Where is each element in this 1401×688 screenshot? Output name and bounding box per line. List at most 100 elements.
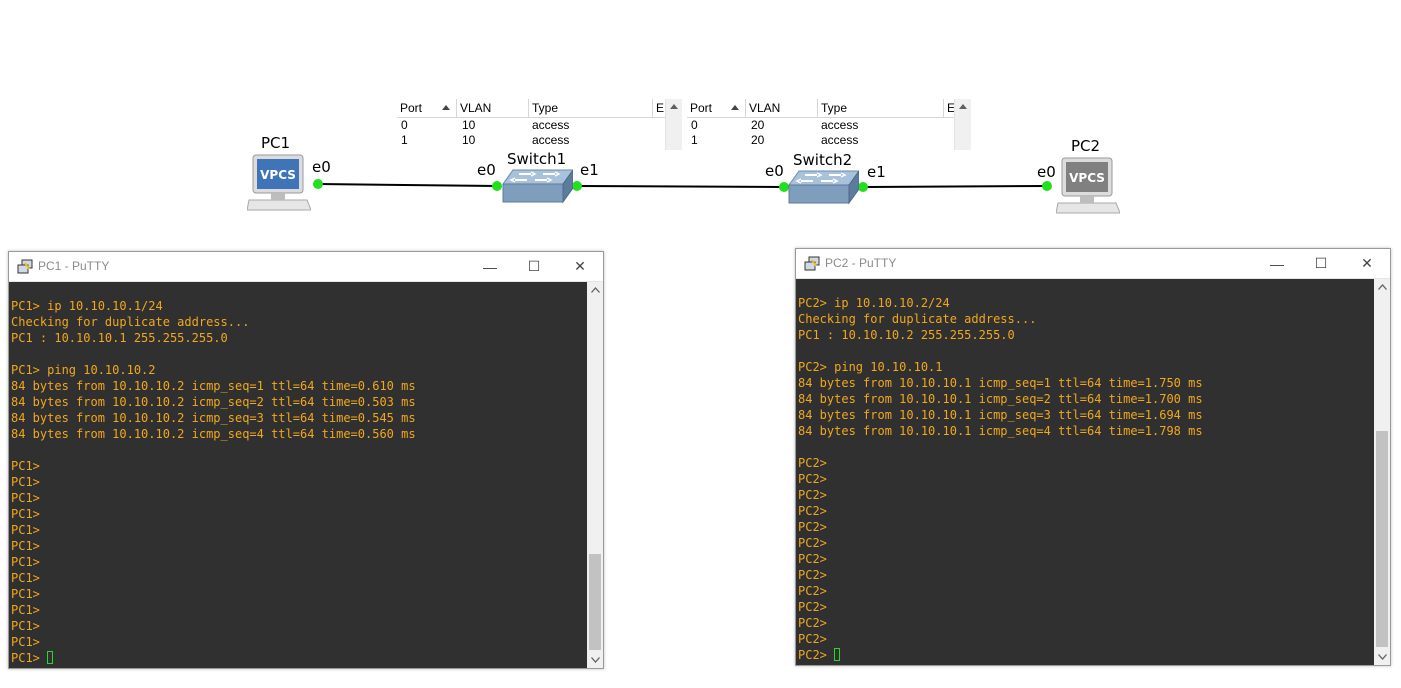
column-header-port[interactable]: Port <box>687 99 746 117</box>
window-title: PC1 - PuTTY <box>38 259 110 273</box>
close-button[interactable]: ✕ <box>1344 249 1390 278</box>
putty-window-pc1[interactable]: PC1 - PuTTY — ☐ ✕ PC1> ip 10.10.10.1/24 C… <box>8 251 604 669</box>
window-title: PC2 - PuTTY <box>825 256 897 270</box>
vlan-table-switch1: Port VLAN Type E 0 10 access 1 10 access <box>397 99 682 150</box>
terminal-line: PC2> <box>798 456 827 470</box>
putty-window-pc2[interactable]: PC2 - PuTTY — ☐ ✕ PC2> ip 10.10.10.2/24 C… <box>795 248 1391 666</box>
pc1-label[interactable]: PC1 <box>261 134 290 152</box>
terminal-line: 84 bytes from 10.10.10.2 icmp_seq=4 ttl=… <box>11 427 416 441</box>
terminal-line: 84 bytes from 10.10.10.2 icmp_seq=2 ttl=… <box>11 395 416 409</box>
column-header-vlan[interactable]: VLAN <box>746 99 818 117</box>
column-header-vlan[interactable]: VLAN <box>457 99 529 117</box>
terminal-line: PC2> <box>798 472 827 486</box>
scroll-up-icon[interactable] <box>587 282 603 298</box>
terminal-prompt: PC1> <box>11 651 48 665</box>
scrollbar-thumb[interactable] <box>589 554 601 650</box>
window-titlebar[interactable]: PC2 - PuTTY — ☐ ✕ <box>796 249 1390 279</box>
close-button[interactable]: ✕ <box>557 252 603 281</box>
port-status-dot <box>1042 181 1052 191</box>
vpcs-badge: VPCS <box>1069 171 1105 185</box>
pc2-label[interactable]: PC2 <box>1071 137 1100 155</box>
column-header-type[interactable]: Type <box>818 99 944 117</box>
terminal-prompt: PC2> <box>798 648 835 662</box>
column-header-type[interactable]: Type <box>529 99 653 117</box>
table-row[interactable]: 0 10 access <box>397 118 682 133</box>
table-cell: 0 <box>401 118 408 132</box>
port-status-dot <box>313 179 323 189</box>
table-cell: 10 <box>462 118 476 132</box>
ethernet-switch-icon[interactable] <box>787 167 860 207</box>
vpcs-icon[interactable]: VPCS <box>246 154 312 214</box>
terminal-line: PC1> <box>11 571 40 585</box>
terminal-line: PC2> <box>798 520 827 534</box>
maximize-button[interactable]: ☐ <box>1298 249 1344 278</box>
terminal-line: 84 bytes from 10.10.10.1 icmp_seq=3 ttl=… <box>798 408 1203 422</box>
scroll-up-arrow-icon[interactable] <box>959 104 967 109</box>
port-label-sw1-e0: e0 <box>477 161 496 179</box>
terminal-line: PC1> <box>11 635 40 649</box>
terminal-output[interactable]: PC1> ip 10.10.10.1/24 Checking for duplic… <box>9 282 587 668</box>
terminal-line: 84 bytes from 10.10.10.2 icmp_seq=1 ttl=… <box>11 379 416 393</box>
terminal-prompt-line[interactable]: PC2> <box>798 647 1374 663</box>
vertical-scrollbar[interactable] <box>1374 279 1390 665</box>
scrollbar-thumb[interactable] <box>1376 431 1388 647</box>
vpcs-badge: VPCS <box>260 168 296 182</box>
minimize-button[interactable]: — <box>467 252 513 281</box>
terminal-line: 84 bytes from 10.10.10.2 icmp_seq=3 ttl=… <box>11 411 416 425</box>
port-label-sw2-e0: e0 <box>765 162 784 180</box>
terminal-line: PC1> <box>11 523 40 537</box>
scroll-up-icon[interactable] <box>1374 279 1390 295</box>
terminal-line: PC2> <box>798 632 827 646</box>
table-cell: 10 <box>462 133 476 147</box>
table-cell: 20 <box>751 118 765 132</box>
terminal-line: PC2> <box>798 568 827 582</box>
ethernet-switch-icon[interactable] <box>501 166 574 206</box>
table-cell: 1 <box>691 133 698 147</box>
terminal-output[interactable]: PC2> ip 10.10.10.2/24 Checking for duplic… <box>796 279 1374 665</box>
table-cell: access <box>821 118 859 132</box>
table-scrollbar[interactable] <box>954 99 971 150</box>
terminal-line: 84 bytes from 10.10.10.1 icmp_seq=4 ttl=… <box>798 424 1203 438</box>
terminal-line: PC2> <box>798 488 827 502</box>
table-row[interactable]: 0 20 access <box>687 118 971 133</box>
port-label-pc1-e0: e0 <box>312 158 331 176</box>
link-switch2-pc2[interactable] <box>862 185 1048 188</box>
terminal-line: PC1> <box>11 603 40 617</box>
vpcs-icon[interactable]: VPCS <box>1055 157 1121 217</box>
column-header-port[interactable]: Port <box>397 99 457 117</box>
terminal-line: PC1 : 10.10.10.2 255.255.255.0 <box>798 328 1015 342</box>
scroll-up-arrow-icon[interactable] <box>670 104 678 109</box>
table-scrollbar[interactable] <box>665 99 682 150</box>
terminal-line: PC1 : 10.10.10.1 255.255.255.0 <box>11 331 228 345</box>
table-cell: access <box>821 133 859 147</box>
port-label-sw2-e1: e1 <box>867 163 886 181</box>
port-status-dot <box>858 182 868 192</box>
table-row[interactable]: 1 20 access <box>687 133 971 148</box>
window-titlebar[interactable]: PC1 - PuTTY — ☐ ✕ <box>9 252 603 282</box>
table-cell: 1 <box>401 133 408 147</box>
putty-icon <box>804 256 820 271</box>
terminal-prompt-line[interactable]: PC1> <box>11 650 587 666</box>
vlan-table-switch2: Port VLAN Type E 0 20 access 1 20 access <box>687 99 971 150</box>
table-cell: 0 <box>691 118 698 132</box>
scroll-down-icon[interactable] <box>1374 649 1390 665</box>
terminal-line: 84 bytes from 10.10.10.1 icmp_seq=2 ttl=… <box>798 392 1203 406</box>
sort-ascending-icon <box>731 105 739 110</box>
minimize-button[interactable]: — <box>1254 249 1300 278</box>
terminal-line: PC2> <box>798 536 827 550</box>
scroll-down-icon[interactable] <box>587 652 603 668</box>
terminal-line: PC2> <box>798 504 827 518</box>
link-pc1-switch1[interactable] <box>317 183 498 187</box>
text-cursor <box>47 651 54 664</box>
maximize-button[interactable]: ☐ <box>511 252 557 281</box>
terminal-line: PC1> <box>11 491 40 505</box>
vertical-scrollbar[interactable] <box>587 282 603 668</box>
link-switch1-switch2[interactable] <box>576 185 785 188</box>
port-label-pc2-e0: e0 <box>1037 163 1056 181</box>
terminal-line: PC2> <box>798 600 827 614</box>
terminal-line: PC2> ip 10.10.10.2/24 <box>798 296 950 310</box>
table-row[interactable]: 1 10 access <box>397 133 682 148</box>
